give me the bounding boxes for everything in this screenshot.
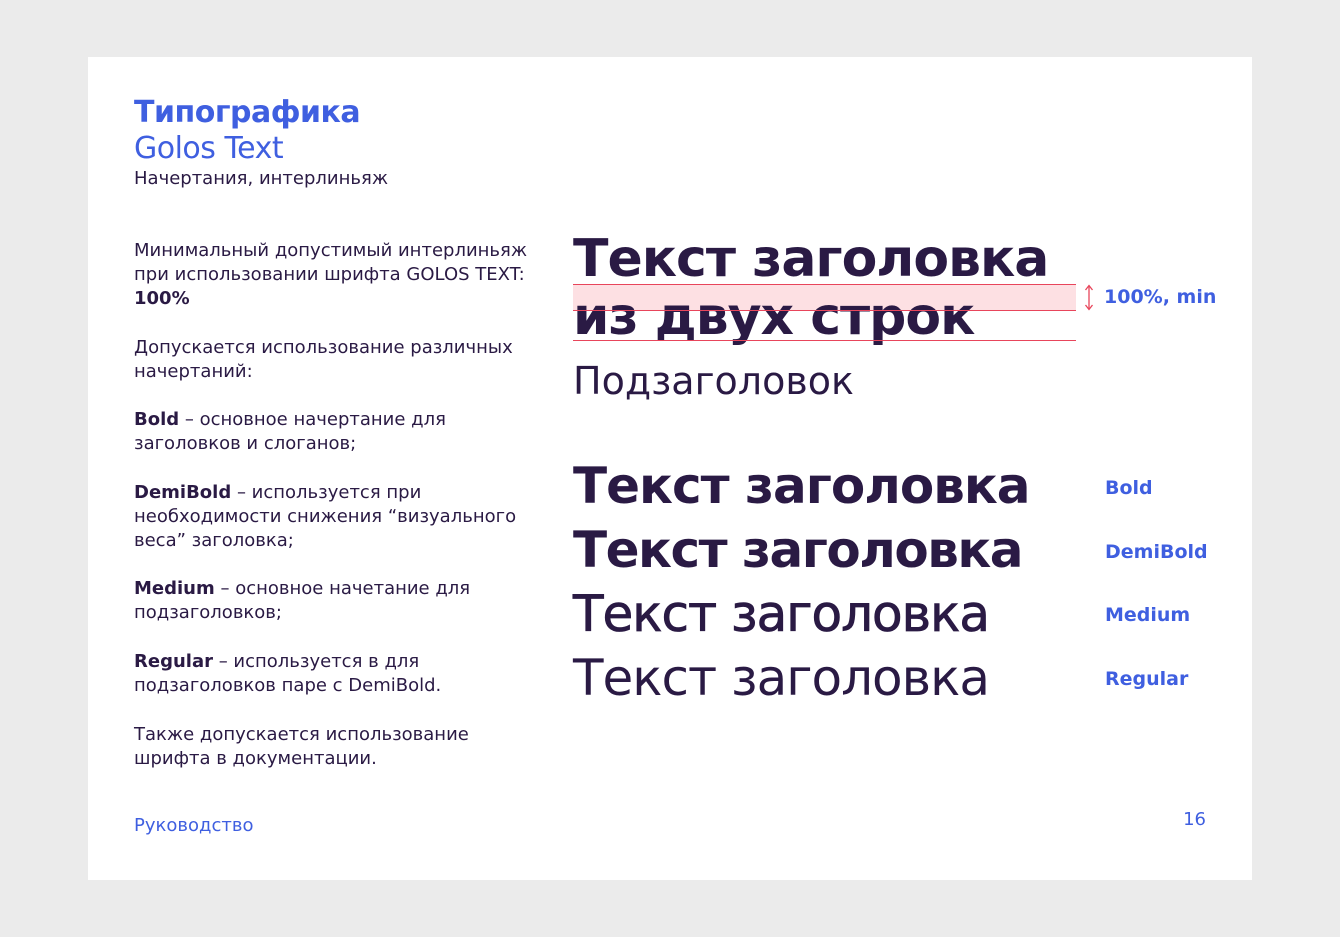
slide: Типографика Golos Text Начертания, интер… [88,57,1252,880]
weight-label-medium: Medium [1105,604,1191,626]
bold-desc: – основное начертание для заголовков и с… [134,409,446,454]
baseline-guide-1 [573,284,1076,285]
regular-description: Regular – используется в для подзаголовк… [134,650,534,698]
font-name: Golos Text [134,131,284,166]
weight-label-bold: Bold [1105,477,1153,499]
weight-label-regular: Regular [1105,668,1189,690]
bold-description: Bold – основное начертание для заголовко… [134,408,534,456]
leading-value: 100% [134,288,190,309]
regular-term: Regular [134,651,213,672]
medium-description: Medium – основное начетание для подзагол… [134,577,534,625]
demibold-term: DemiBold [134,482,232,503]
subheading-sample: Подзаголовок [573,359,854,403]
weight-sample-demibold: Текст заголовка [573,521,1024,579]
baseline-guide-2 [573,340,1076,341]
footer-label: Руководство [134,815,254,836]
demibold-description: DemiBold – используется при необходимост… [134,481,534,553]
weight-label-demibold: DemiBold [1105,541,1208,563]
weight-sample-regular: Текст заголовка [573,649,990,707]
medium-term: Medium [134,578,215,599]
double-arrow-icon [1084,284,1094,311]
bold-term: Bold [134,409,180,430]
page-number: 16 [1183,809,1206,830]
heading-line-2: из двух строк [573,287,975,347]
page-title: Типографика [134,95,361,130]
heading-line-1: Текст заголовка [573,229,1049,289]
documentation-note: Также допускается использование шрифта в… [134,724,469,769]
weight-sample-bold: Текст заголовка [573,457,1031,515]
leading-text: Минимальный допустимый интерлиньяж при и… [134,240,528,285]
weights-intro: Допускается использование различных наче… [134,337,513,382]
weight-sample-medium: Текст заголовка [573,585,991,644]
leading-paragraph: Минимальный допустимый интерлиньяж при и… [134,239,534,311]
cap-guide-2 [573,310,1076,311]
page-caption: Начертания, интерлиньяж [134,168,389,189]
leading-label: 100%, min [1104,286,1217,308]
